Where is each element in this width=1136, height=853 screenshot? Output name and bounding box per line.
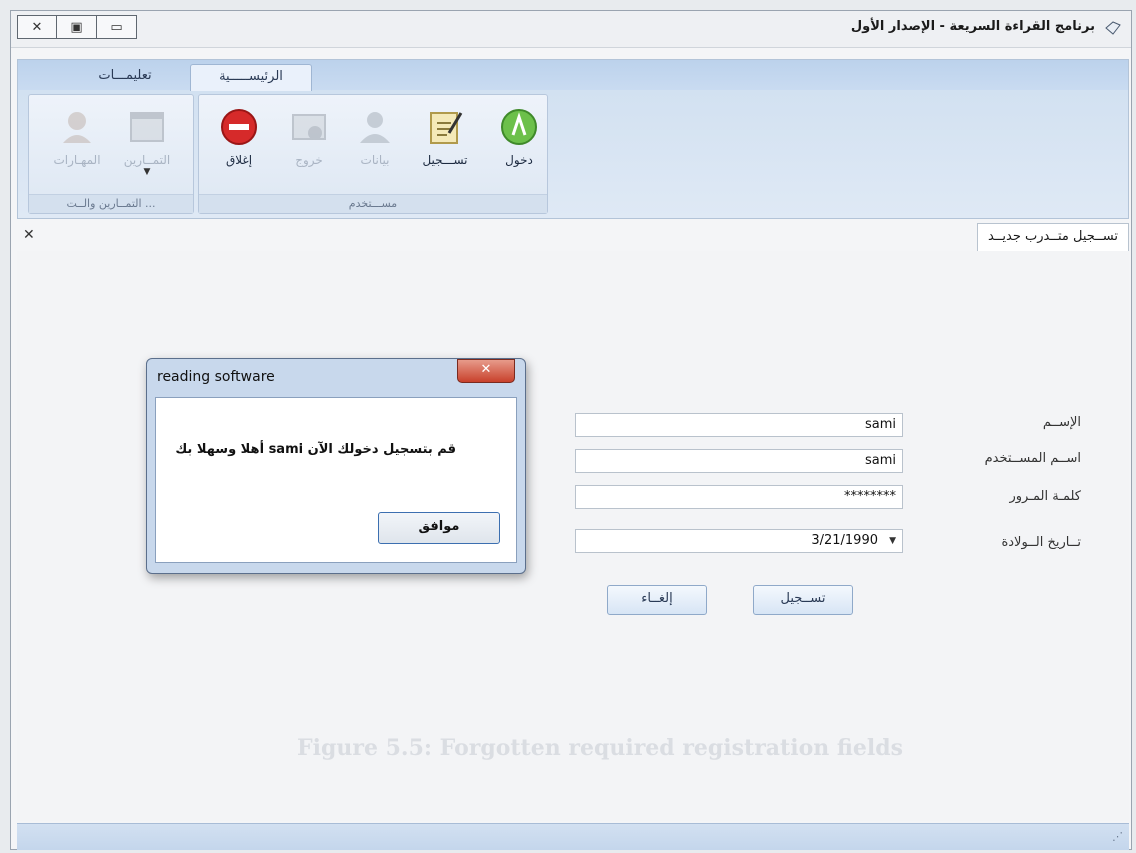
user-icon <box>353 105 397 149</box>
skills-label: المهـارات <box>53 153 101 167</box>
logout-label: خروج <box>295 153 323 167</box>
user-group: دخول تســـجيل بيانات خروج إغلاق مســـتخد… <box>198 94 548 214</box>
register-label: تســـجيل <box>422 153 468 167</box>
birthdate-label: تــاريخ الــولادة <box>1001 535 1081 550</box>
dialog-title: reading software <box>157 369 275 385</box>
tab-new-trainee[interactable]: تســجيل متــدرب جديــد <box>976 223 1129 252</box>
login-icon <box>497 105 541 149</box>
logout-icon <box>287 105 331 149</box>
username-input[interactable]: sami <box>575 449 903 473</box>
register-submit-button[interactable]: تســجيل <box>753 585 853 615</box>
name-label: الإســم <box>1042 415 1081 430</box>
login-label: دخول <box>505 153 533 167</box>
dialog-ok-button[interactable]: موافق <box>378 512 500 544</box>
exercises-label: التمــارين <box>123 153 171 167</box>
window-controls: ✕ ▣ ▭ <box>17 15 137 39</box>
exercises-icon <box>125 105 169 149</box>
skills-icon <box>55 105 99 149</box>
tab-help[interactable]: تعليمـــات <box>70 64 180 90</box>
chevron-down-icon[interactable]: ▼ <box>889 530 896 552</box>
resize-grip-icon[interactable]: ⋰ <box>1112 830 1123 843</box>
dialog-message: قم بتسجيل دخولك الآن sami أهلا وسهلا بك <box>175 442 456 457</box>
tab-home[interactable]: الرئيســـــية <box>190 64 312 91</box>
profile-button[interactable]: بيانات <box>345 101 405 181</box>
exercises-group: التمــارين ▼ المهـارات ... التمــارين وا… <box>28 94 194 214</box>
name-input[interactable]: sami <box>575 413 903 437</box>
minimize-button[interactable]: ▭ <box>97 15 137 39</box>
close-app-icon <box>217 105 261 149</box>
app-logo-icon <box>1105 21 1121 35</box>
cancel-button[interactable]: إلغــاء <box>607 585 707 615</box>
close-tab-icon[interactable]: ✕ <box>23 227 35 243</box>
dropdown-arrow-icon: ▼ <box>143 167 151 177</box>
figure-watermark: Figure 5.5: Forgotten required registrat… <box>297 735 904 761</box>
register-button[interactable]: تســـجيل <box>415 101 475 181</box>
logout-button[interactable]: خروج <box>279 101 339 181</box>
password-label: كلمـة المـرور <box>1009 489 1081 504</box>
close-app-button[interactable]: إغلاق <box>209 101 269 181</box>
exercises-group-label: ... التمــارين والــت <box>29 194 193 213</box>
birthdate-picker[interactable]: 3/21/1990 ▼ <box>575 529 903 553</box>
ribbon-tabstrip: الرئيســـــية تعليمـــات <box>18 60 1128 91</box>
maximize-button[interactable]: ▣ <box>57 15 97 39</box>
title-bar: ✕ ▣ ▭ برنامج القراءة السريعة - الإصدار ا… <box>11 11 1131 48</box>
dialog-close-button[interactable]: ✕ <box>457 359 515 383</box>
close-window-button[interactable]: ✕ <box>17 15 57 39</box>
password-input[interactable]: ******** <box>575 485 903 509</box>
register-icon <box>423 105 467 149</box>
login-button[interactable]: دخول <box>489 101 549 181</box>
window-title: برنامج القراءة السريعة - الإصدار الأول <box>850 19 1095 34</box>
birthdate-value: 3/21/1990 <box>811 533 878 548</box>
skills-button[interactable]: المهـارات <box>47 101 107 181</box>
close-app-label: إغلاق <box>225 153 253 167</box>
status-bar: ⋰ <box>17 823 1129 850</box>
user-group-label: مســـتخدم <box>199 194 547 213</box>
message-dialog: reading software ✕ قم بتسجيل دخولك الآن … <box>146 358 526 574</box>
ribbon: الرئيســـــية تعليمـــات دخول تســـجيل ب… <box>17 59 1129 219</box>
dialog-body: قم بتسجيل دخولك الآن sami أهلا وسهلا بك … <box>155 397 517 563</box>
document-tabbar: ✕ تســجيل متــدرب جديــد <box>17 221 1129 252</box>
exercises-button[interactable]: التمــارين ▼ <box>117 101 177 181</box>
profile-label: بيانات <box>360 153 390 167</box>
username-label: اســم المســتخدم <box>984 451 1081 466</box>
